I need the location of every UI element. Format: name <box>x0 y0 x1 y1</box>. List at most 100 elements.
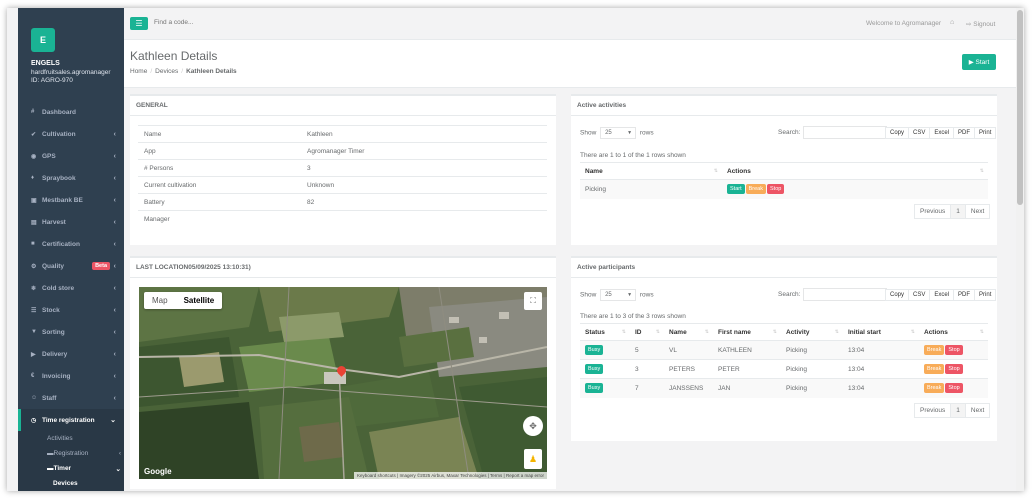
excel-button[interactable]: Excel <box>929 289 955 301</box>
stop-button[interactable]: Stop <box>945 383 963 394</box>
map-attribution[interactable]: Keyboard shortcuts | Imagery ©2025 Airbu… <box>354 472 547 479</box>
start-button[interactable]: ▶ Start <box>962 54 996 70</box>
break-button[interactable]: Break <box>924 364 945 374</box>
column-header-id[interactable]: ID ⇅ <box>630 323 664 341</box>
copy-button[interactable]: Copy <box>885 127 910 139</box>
profile-company[interactable]: ENGELS <box>31 60 60 67</box>
pdf-button[interactable]: PDF <box>953 289 976 301</box>
print-button[interactable]: Print <box>974 127 997 139</box>
fullscreen-icon[interactable]: ⛶ <box>524 292 542 310</box>
signout-link[interactable]: ⇨ Signout <box>966 20 995 28</box>
satellite-map[interactable]: Map Satellite ⛶ ✥ ♟ Google Keyboard shor… <box>139 287 547 479</box>
next-page-button[interactable]: Next <box>964 403 991 418</box>
participant-start: 13:04 <box>843 378 919 398</box>
satellite-button[interactable]: Satellite <box>176 292 223 309</box>
sidebar-item-label: Stock <box>42 306 60 314</box>
participant-start: 13:04 <box>843 359 919 379</box>
break-button[interactable]: Break <box>745 184 766 195</box>
sidebar-item-delivery[interactable]: ▶ Delivery ‹ <box>18 343 124 365</box>
break-button[interactable]: Break <box>924 345 945 355</box>
participants-info: There are 1 to 3 of the 3 rows shown <box>580 313 686 320</box>
column-header-actions[interactable]: Actions ⇅ <box>919 323 988 341</box>
sidebar-item-label: Quality <box>42 262 65 270</box>
column-header-first-name[interactable]: First name ⇅ <box>713 323 781 341</box>
page-1-button[interactable]: 1 <box>950 403 966 418</box>
participants-search-input[interactable] <box>803 288 888 301</box>
print-button[interactable]: Print <box>974 289 997 301</box>
sidebar-item-registration[interactable]: ▬ Registration ‹ <box>18 446 124 461</box>
sidebar-item-certification[interactable]: ■ Certification ‹ <box>18 233 124 255</box>
column-header-name[interactable]: Name ⇅ <box>664 323 713 341</box>
column-header-initial-start[interactable]: Initial start ⇅ <box>843 323 919 341</box>
search-label: Search: <box>778 291 801 299</box>
field-value: Kathleen <box>301 125 547 143</box>
map-camera-control-icon[interactable]: ✥ <box>523 416 543 436</box>
participant-name: PETERS <box>664 359 713 379</box>
sidebar-item-quality[interactable]: ⚙ Quality Beta ‹ <box>18 255 124 277</box>
participants-page-size-select[interactable]: 25 ▼ <box>600 289 637 301</box>
start-button[interactable]: Start <box>727 184 745 195</box>
previous-page-button[interactable]: Previous <box>914 204 952 219</box>
home-icon[interactable]: ⌂ <box>950 19 954 26</box>
excel-button[interactable]: Excel <box>929 127 955 139</box>
stop-button[interactable]: Stop <box>767 184 785 195</box>
sidebar-item-stock[interactable]: ☰ Stock ‹ <box>18 299 124 321</box>
menu-toggle-button[interactable]: ☰ <box>130 17 148 30</box>
column-header-status[interactable]: Status ⇅ <box>580 323 630 341</box>
sidebar-item-time-registration[interactable]: ◷ Time registration ⌄ <box>18 409 124 431</box>
sidebar-item-cold-store[interactable]: ❄ Cold store ‹ <box>18 277 124 299</box>
sidebar-item-mestbank-be[interactable]: ▣ Mestbank BE ‹ <box>18 189 124 211</box>
column-header-actions[interactable]: Actions ⇅ <box>722 162 988 180</box>
column-header-name[interactable]: Name ⇅ <box>580 162 722 180</box>
page-1-button[interactable]: 1 <box>950 204 966 219</box>
next-page-button[interactable]: Next <box>964 204 991 219</box>
breadcrumb-home[interactable]: Home <box>130 68 147 75</box>
stop-button[interactable]: Stop <box>945 364 963 374</box>
break-button[interactable]: Break <box>924 383 945 394</box>
field-label: Manager <box>138 210 301 228</box>
sidebar-item-gps[interactable]: ◉ GPS ‹ <box>18 145 124 167</box>
page-scrollbar[interactable] <box>1016 8 1024 491</box>
map-button[interactable]: Map <box>144 292 176 309</box>
sidebar-item-staff[interactable]: ☺ Staff ‹ <box>18 387 124 409</box>
sidebar-item-sorting[interactable]: ▼ Sorting ‹ <box>18 321 124 343</box>
logo[interactable]: E <box>31 28 55 52</box>
show-label: Show <box>580 129 597 137</box>
sidebar-item-spraybook[interactable]: ♦ Spraybook ‹ <box>18 167 124 189</box>
sidebar-item-dashboard[interactable]: # Dashboard <box>18 101 124 123</box>
browser-frame: E ENGELS hardfruitsales.agromanager ID: … <box>7 8 1024 491</box>
street-view-pegman-icon[interactable]: ♟ <box>524 449 542 469</box>
sidebar-item-harvest[interactable]: ▤ Harvest ‹ <box>18 211 124 233</box>
pdf-button[interactable]: PDF <box>953 127 976 139</box>
scrollbar-thumb[interactable] <box>1017 10 1023 205</box>
sidebar-item-activities[interactable]: Activities <box>18 431 124 446</box>
participants-length-control: Show 25 ▼ rows <box>580 289 654 301</box>
page-size-value: 25 <box>605 292 612 298</box>
participant-id: 5 <box>630 340 664 360</box>
sidebar-item-invoicing[interactable]: € Invoicing ‹ <box>18 365 124 387</box>
breadcrumb-devices[interactable]: Devices <box>155 68 178 75</box>
breadcrumb-separator: / <box>181 68 184 75</box>
search-input[interactable] <box>154 19 354 26</box>
field-label: App <box>138 142 301 160</box>
copy-button[interactable]: Copy <box>885 289 910 301</box>
previous-page-button[interactable]: Previous <box>914 403 952 418</box>
activities-pagination: Previous 1 Next <box>914 204 991 219</box>
stop-button[interactable]: Stop <box>945 345 963 355</box>
sidebar-item-cultivation[interactable]: ✔ Cultivation ‹ <box>18 123 124 145</box>
participants-table: Status ⇅ ID ⇅ Name ⇅ First name ⇅ Activity ⇅ Initi… <box>580 323 988 398</box>
activities-search-input[interactable] <box>803 126 888 139</box>
csv-button[interactable]: CSV <box>908 127 931 139</box>
sidebar-item-timer[interactable]: ▬ Timer ⌄ <box>18 461 124 476</box>
chevron-left-icon: ‹ <box>113 306 116 314</box>
status-badge: Busy <box>585 345 604 355</box>
sidebar-item-devices[interactable]: Devices <box>18 476 124 491</box>
csv-button[interactable]: CSV <box>908 289 931 301</box>
page-size-value: 25 <box>605 130 612 136</box>
activities-page-size-select[interactable]: 25 ▼ <box>600 127 637 139</box>
chevron-left-icon: ‹ <box>113 284 116 292</box>
chevron-left-icon: ‹ <box>113 174 116 182</box>
activities-export-buttons: Copy CSV Excel PDF Print <box>885 127 997 139</box>
column-header-activity[interactable]: Activity ⇅ <box>781 323 843 341</box>
participant-first: JAN <box>713 378 781 398</box>
